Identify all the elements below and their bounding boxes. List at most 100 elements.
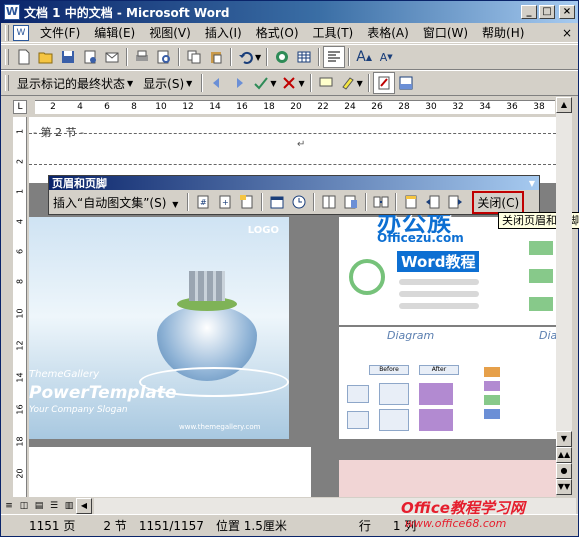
format-page-number-icon[interactable]	[236, 191, 258, 213]
menu-insert[interactable]: 插入(I)	[198, 24, 249, 41]
close-button[interactable]: ×	[559, 5, 575, 19]
header-footer-toolbar-title[interactable]: 页眉和页脚 ▼	[49, 176, 539, 190]
minimize-button[interactable]: _	[521, 5, 537, 19]
slide-image-left-lower[interactable]	[29, 447, 311, 497]
save-icon[interactable]	[57, 46, 79, 68]
horizontal-ruler[interactable]: L 2 4 6 8 10 12 14 16 18 20 22 24 26 28 …	[1, 97, 578, 116]
permission-icon[interactable]	[79, 46, 101, 68]
slide-title: PowerTemplate	[29, 383, 177, 403]
show-document-text-icon[interactable]	[340, 191, 362, 213]
new-document-icon[interactable]	[13, 46, 35, 68]
switch-header-footer-icon[interactable]	[400, 191, 422, 213]
header-footer-toolbar: 页眉和页脚 ▼ 插入“自动图文集”(S) ▼ # + 关闭(C)	[48, 175, 540, 215]
slide-gallery-text: ThemeGallery	[29, 369, 100, 380]
document-icon[interactable]: W	[13, 24, 29, 41]
toolbar-separator	[230, 48, 232, 66]
reject-change-icon[interactable]	[278, 72, 300, 94]
paste-icon[interactable]	[205, 46, 227, 68]
scroll-down-button[interactable]: ▼	[556, 431, 572, 447]
menu-window[interactable]: 窗口(W)	[416, 24, 475, 41]
show-next-icon[interactable]	[444, 191, 466, 213]
toolbar-separator	[395, 193, 398, 211]
accept-change-icon[interactable]	[250, 72, 272, 94]
toolbar-grip[interactable]	[5, 24, 9, 41]
align-left-icon[interactable]	[323, 46, 346, 68]
before-box: Before	[369, 365, 409, 375]
ruler-label: 2	[50, 101, 56, 112]
show-menu-button[interactable]: 显示(S) ▼	[139, 73, 198, 93]
markup-display-combo[interactable]: 显示标记的最终状态 ▼	[13, 73, 139, 93]
menu-file[interactable]: 文件(F)	[33, 24, 87, 41]
slide-image-right-mid[interactable]: Diagram Diag Before After	[339, 327, 556, 439]
insert-time-icon[interactable]	[288, 191, 310, 213]
diagram-box	[347, 385, 369, 403]
email-icon[interactable]	[101, 46, 123, 68]
chevron-down-icon[interactable]: ▼	[270, 79, 276, 88]
reading-view-icon[interactable]: ▥	[62, 499, 76, 513]
normal-view-icon[interactable]: ≡	[2, 499, 16, 513]
copy-icon[interactable]	[183, 46, 205, 68]
show-previous-icon[interactable]	[422, 191, 444, 213]
insert-date-icon[interactable]	[266, 191, 288, 213]
scroll-left-button[interactable]: ◀	[76, 497, 92, 514]
tab-selector-icon[interactable]: L	[13, 99, 27, 114]
previous-change-icon[interactable]	[206, 72, 228, 94]
close-document-button[interactable]: ×	[562, 26, 572, 40]
select-browse-object-button[interactable]: ●	[556, 463, 572, 479]
next-page-button[interactable]: ▼▼	[556, 479, 572, 495]
close-header-footer-button[interactable]: 关闭(C)	[472, 190, 525, 214]
menu-format[interactable]: 格式(O)	[249, 24, 306, 41]
menu-table[interactable]: 表格(A)	[360, 24, 416, 41]
print-view-icon[interactable]: ▤	[32, 499, 46, 513]
ruler-track[interactable]: 2 4 6 8 10 12 14 16 18 20 22 24 26 28 30…	[35, 99, 555, 114]
chevron-down-icon[interactable]: ▼	[255, 53, 261, 62]
menu-view[interactable]: 视图(V)	[142, 24, 198, 41]
shrink-font-icon[interactable]: A ▼	[375, 46, 397, 68]
toolbar-separator	[309, 74, 312, 92]
vertical-scrollbar[interactable]: ▲ ▼ ▲▲ ● ▼▼	[556, 97, 572, 497]
outline-view-icon[interactable]: ☰	[47, 499, 61, 513]
vertical-ruler[interactable]: 1 2 1 4 6 8 10 12 14 16 18 20	[13, 117, 27, 497]
chevron-down-icon[interactable]: ▼	[357, 79, 363, 88]
open-folder-icon[interactable]	[35, 46, 57, 68]
print-preview-icon[interactable]	[153, 46, 175, 68]
insert-page-number-icon[interactable]: #	[192, 191, 214, 213]
diagram-box	[419, 383, 453, 405]
toolbar-grip[interactable]	[5, 75, 9, 91]
page-setup-icon[interactable]	[318, 191, 340, 213]
menu-help[interactable]: 帮助(H)	[475, 24, 531, 41]
maximize-button[interactable]: □	[539, 5, 555, 19]
document-area[interactable]: - 第 2 节 - ↵ LOGO ThemeGallery PowerTempl…	[29, 117, 556, 497]
next-change-icon[interactable]	[228, 72, 250, 94]
insert-autotext-button[interactable]: 插入“自动图文集”(S) ▼	[53, 194, 180, 211]
highlight-icon[interactable]	[337, 72, 359, 94]
slide-image-right-bottom[interactable]	[339, 460, 556, 497]
scroll-up-button[interactable]: ▲	[556, 97, 572, 113]
same-as-previous-icon[interactable]	[370, 191, 392, 213]
vruler-label: 16	[15, 404, 25, 415]
web-view-icon[interactable]: ◫	[17, 499, 31, 513]
slide-image-left[interactable]: LOGO ThemeGallery PowerTemplate Your Com…	[29, 217, 289, 439]
menu-edit[interactable]: 编辑(E)	[87, 24, 142, 41]
toolbar-grip[interactable]	[5, 49, 9, 65]
print-icon[interactable]	[131, 46, 153, 68]
header-area[interactable]: - 第 2 节 - ↵	[29, 117, 556, 183]
chevron-down-icon[interactable]: ▼	[529, 179, 535, 188]
toolbar-separator	[178, 48, 180, 66]
table-icon[interactable]	[293, 46, 315, 68]
reviewing-pane-icon[interactable]	[395, 72, 417, 94]
track-changes-icon[interactable]	[372, 72, 395, 94]
header-boundary	[29, 164, 556, 165]
chevron-down-icon[interactable]: ▼	[127, 79, 133, 88]
grow-font-icon[interactable]: A ▲	[353, 46, 375, 68]
word-app-icon: W	[4, 4, 20, 20]
new-comment-icon[interactable]	[315, 72, 337, 94]
menu-tools[interactable]: 工具(T)	[306, 24, 361, 41]
status-page-of: 1151/1157	[138, 518, 204, 533]
insert-page-count-icon[interactable]: +	[214, 191, 236, 213]
previous-page-button[interactable]: ▲▲	[556, 447, 572, 463]
hyperlink-icon[interactable]	[271, 46, 293, 68]
chevron-down-icon[interactable]: ▼	[298, 79, 304, 88]
scroll-track[interactable]	[556, 113, 572, 431]
undo-icon[interactable]	[235, 46, 257, 68]
